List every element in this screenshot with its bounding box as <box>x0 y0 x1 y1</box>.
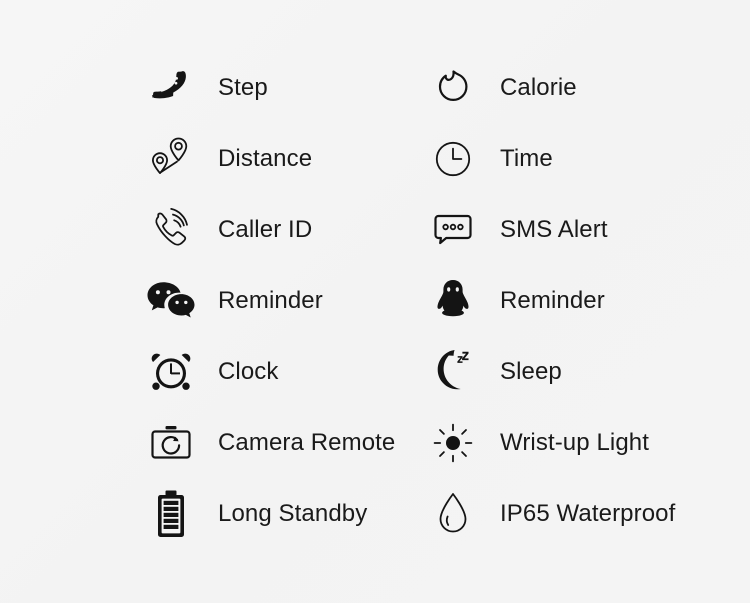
alarm-clock-icon <box>137 344 205 400</box>
sun-icon <box>419 415 487 471</box>
feature-item-ip65-waterproof: IP65 Waterproof <box>419 478 701 549</box>
clock-outline-icon <box>419 131 487 187</box>
feature-label: Reminder <box>218 286 323 314</box>
feature-item-sms-alert: SMS Alert <box>419 194 701 265</box>
feature-label: Wrist-up Light <box>500 428 650 456</box>
feature-label: Reminder <box>500 286 605 314</box>
feature-label: IP65 Waterproof <box>500 499 676 527</box>
water-drop-icon <box>419 486 487 542</box>
feature-item-caller-id: Caller ID <box>137 194 419 265</box>
flame-icon <box>419 60 487 116</box>
feature-item-clock: Clock <box>137 336 419 407</box>
battery-icon <box>137 486 205 542</box>
feature-item-time: Time <box>419 123 701 194</box>
feature-item-sleep: Sleep <box>419 336 701 407</box>
feature-label: Long Standby <box>218 499 368 527</box>
wechat-icon <box>137 273 205 329</box>
moon-sleep-icon <box>419 344 487 400</box>
feature-item-camera-remote: Camera Remote <box>137 407 419 478</box>
feature-label: Time <box>500 144 553 172</box>
phone-ring-icon <box>137 202 205 258</box>
feature-label: Caller ID <box>218 215 313 243</box>
feature-item-reminder-wechat: Reminder <box>137 265 419 336</box>
feature-label: SMS Alert <box>500 215 608 243</box>
sms-bubble-icon <box>419 202 487 258</box>
qq-penguin-icon <box>419 273 487 329</box>
feature-item-reminder-qq: Reminder <box>419 265 701 336</box>
feature-label: Calorie <box>500 73 577 101</box>
feature-label: Camera Remote <box>218 428 396 456</box>
camera-remote-icon <box>137 415 205 471</box>
shoe-icon <box>137 60 205 116</box>
feature-item-wrist-up-light: Wrist-up Light <box>419 407 701 478</box>
feature-label: Distance <box>218 144 313 172</box>
feature-label: Clock <box>218 357 279 385</box>
feature-item-long-standby: Long Standby <box>137 478 419 549</box>
feature-item-distance: Distance <box>137 123 419 194</box>
map-pins-icon <box>137 131 205 187</box>
feature-label: Step <box>218 73 268 101</box>
feature-item-calorie: Calorie <box>419 52 701 123</box>
feature-grid: Step Calorie Distance Time Caller ID SMS… <box>0 0 750 603</box>
feature-label: Sleep <box>500 357 562 385</box>
feature-item-step: Step <box>137 52 419 123</box>
